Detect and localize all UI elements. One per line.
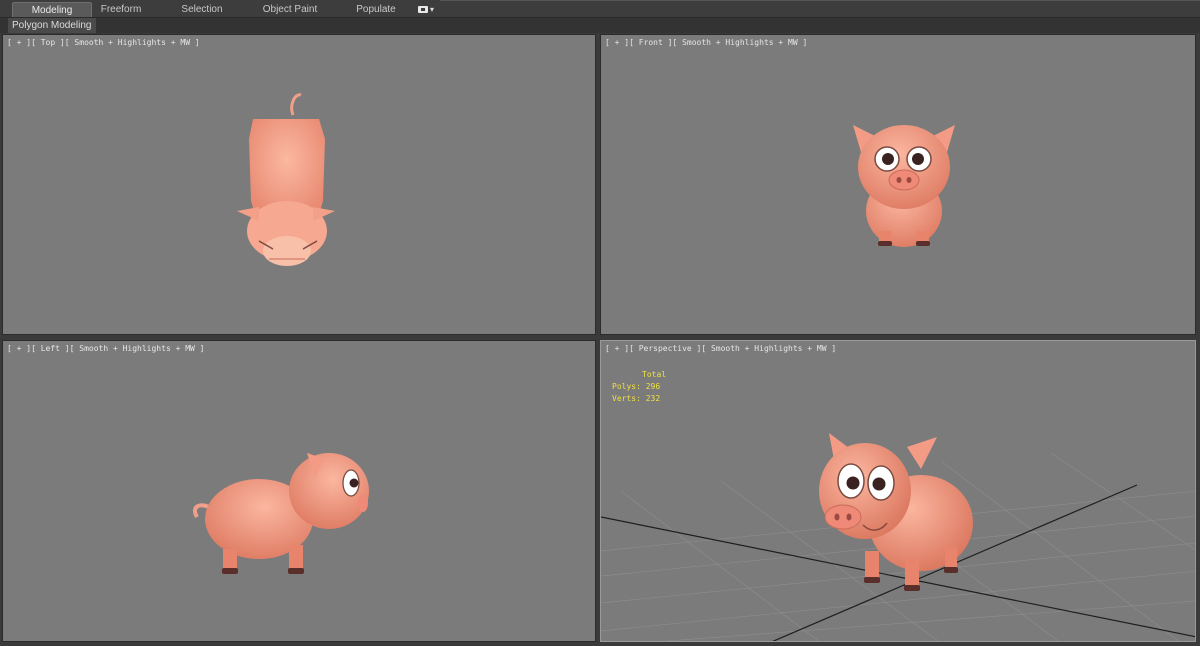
pig-model-front-view xyxy=(853,125,955,247)
statistics-overlay: Total Polys: 296 Verts: 232 xyxy=(612,369,666,405)
pig-model-top-view xyxy=(237,93,335,266)
tab-modeling[interactable]: Modeling xyxy=(12,2,92,17)
viewport-top[interactable]: [ + ][ Top ][ Smooth + Highlights + MW ] xyxy=(2,34,596,335)
ribbon-divider xyxy=(440,0,1200,1)
tab-object-paint[interactable]: Object Paint xyxy=(252,2,328,17)
ribbon-icon xyxy=(418,6,428,14)
stats-polys: Polys: 296 xyxy=(612,381,666,393)
viewport-front[interactable]: [ + ][ Front ][ Smooth + Highlights + MW… xyxy=(600,34,1196,335)
ribbon: Modeling Freeform Selection Object Paint… xyxy=(0,0,1200,18)
tab-populate[interactable]: Populate xyxy=(344,2,408,17)
pig-model-perspective-view xyxy=(601,433,1195,641)
stats-verts: Verts: 232 xyxy=(612,393,666,405)
viewport-left[interactable]: [ + ][ Left ][ Smooth + Highlights + MW … xyxy=(2,340,596,642)
stats-polys-label: Polys: xyxy=(612,382,641,391)
stats-header: Total xyxy=(642,370,667,379)
viewport-label-perspective[interactable]: [ + ][ Perspective ][ Smooth + Highlight… xyxy=(605,344,836,353)
ribbon-panel-bar: Polygon Modeling xyxy=(0,18,1200,33)
chevron-down-icon: ▾ xyxy=(430,5,435,14)
pig-model-left-view xyxy=(193,453,369,574)
stats-polys-value: 296 xyxy=(645,382,661,391)
tab-selection[interactable]: Selection xyxy=(166,2,238,17)
tab-freeform[interactable]: Freeform xyxy=(88,2,154,17)
panel-label-polygon-modeling[interactable]: Polygon Modeling xyxy=(8,18,96,33)
stats-verts-label: Verts: xyxy=(612,394,641,403)
viewport-perspective[interactable]: [ + ][ Perspective ][ Smooth + Highlight… xyxy=(600,340,1196,642)
stats-verts-value: 232 xyxy=(645,394,661,403)
ribbon-display-toggle[interactable]: ▾ xyxy=(418,4,440,15)
